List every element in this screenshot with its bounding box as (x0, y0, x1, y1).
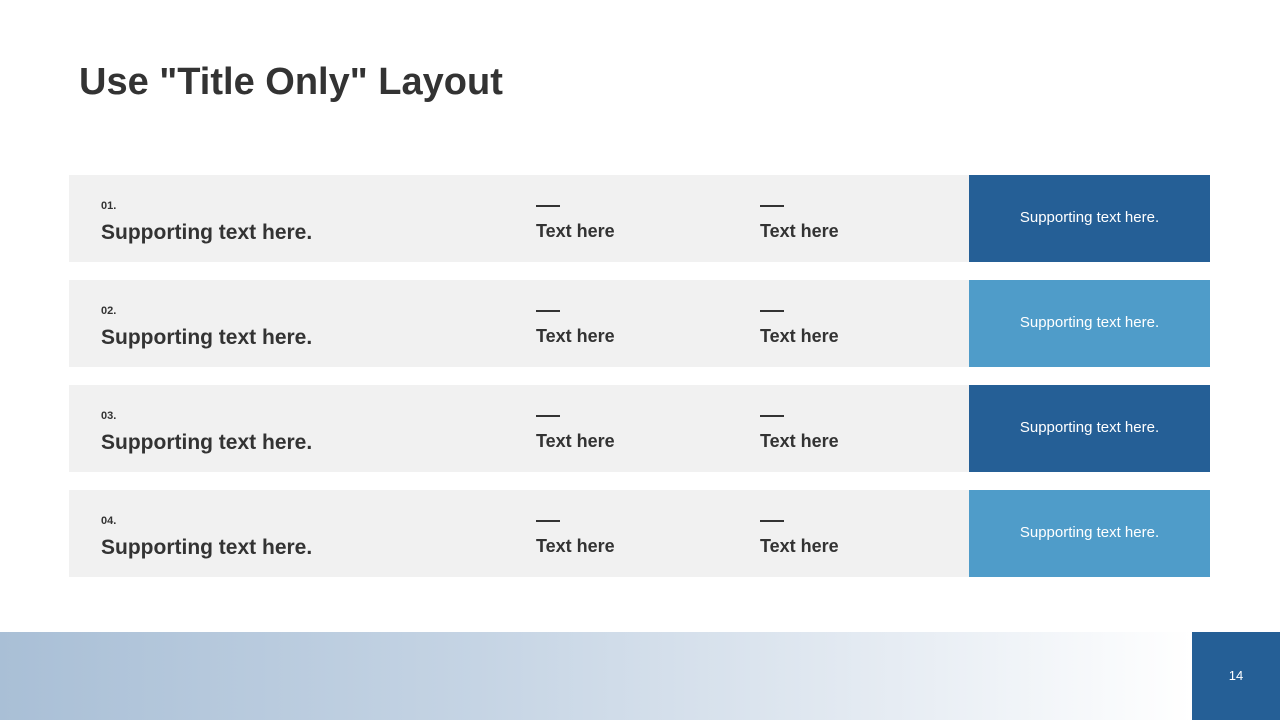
column-text: Text here (536, 535, 615, 556)
column-text: Text here (760, 220, 839, 241)
column-text: Text here (760, 535, 839, 556)
side-box: Supporting text here. (969, 280, 1210, 367)
column-text: Text here (536, 220, 615, 241)
row-item: 03. Supporting text here. Text here Text… (69, 385, 1210, 472)
row-column-1: Text here (536, 197, 615, 242)
side-box: Supporting text here. (969, 175, 1210, 262)
row-column-1: Text here (536, 407, 615, 452)
row-column-2: Text here (760, 197, 839, 242)
dash-divider (536, 415, 560, 417)
footer-gradient-band (0, 632, 1192, 720)
dash-divider (760, 520, 784, 522)
page-number: 14 (1228, 668, 1244, 683)
column-text: Text here (536, 325, 615, 346)
row-item: 01. Supporting text here. Text here Text… (69, 175, 1210, 262)
row-column-1: Text here (536, 302, 615, 347)
side-box-text: Supporting text here. (1019, 208, 1160, 226)
dash-divider (760, 205, 784, 207)
side-box: Supporting text here. (969, 490, 1210, 577)
row-number: 03. (101, 410, 117, 422)
column-text: Text here (760, 325, 839, 346)
row-main-text: Supporting text here. (101, 536, 313, 559)
row-column-2: Text here (760, 407, 839, 452)
dash-divider (536, 310, 560, 312)
row-column-2: Text here (760, 302, 839, 347)
row-column-1: Text here (536, 512, 615, 557)
dash-divider (536, 205, 560, 207)
rows-list: 01. Supporting text here. Text here Text… (69, 175, 1210, 595)
side-box: Supporting text here. (969, 385, 1210, 472)
slide-title: Use "Title Only" Layout (79, 61, 503, 103)
row-number: 02. (101, 305, 117, 317)
column-text: Text here (536, 430, 615, 451)
dash-divider (760, 310, 784, 312)
row-main-text: Supporting text here. (101, 326, 313, 349)
side-box-text: Supporting text here. (1019, 313, 1160, 331)
row-number: 01. (101, 200, 117, 212)
row-main-text: Supporting text here. (101, 431, 313, 454)
side-box-text: Supporting text here. (1019, 418, 1160, 436)
row-item: 02. Supporting text here. Text here Text… (69, 280, 1210, 367)
side-box-text: Supporting text here. (1019, 523, 1160, 541)
dash-divider (536, 520, 560, 522)
dash-divider (760, 415, 784, 417)
column-text: Text here (760, 430, 839, 451)
page-number-box: 14 (1192, 632, 1280, 720)
row-main-text: Supporting text here. (101, 221, 313, 244)
row-column-2: Text here (760, 512, 839, 557)
row-item: 04. Supporting text here. Text here Text… (69, 490, 1210, 577)
row-number: 04. (101, 515, 117, 527)
